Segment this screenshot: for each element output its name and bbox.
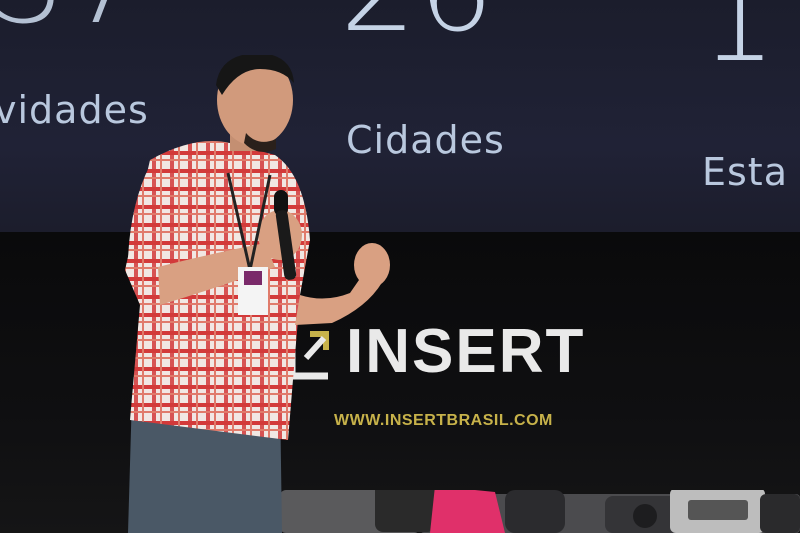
stat-number-right: 1 bbox=[700, 0, 778, 89]
stat-label-right: Esta bbox=[702, 150, 788, 194]
speaker bbox=[125, 55, 390, 533]
stat-number-left: 37 bbox=[0, 0, 145, 42]
stat-number-center: 26 bbox=[340, 0, 495, 50]
